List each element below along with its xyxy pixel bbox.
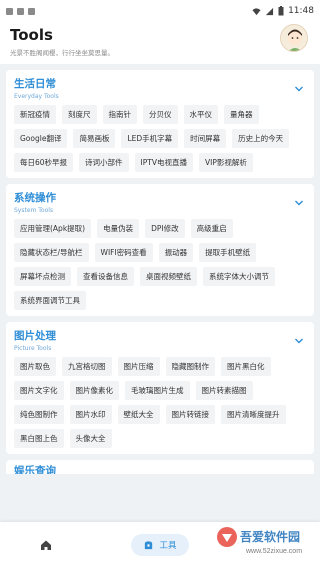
home-icon[interactable] xyxy=(40,539,52,551)
content: 生活日常 Everyday Tools 新冠疫情 刻度尺 指南针 分贝仪 水平仪… xyxy=(0,64,320,474)
tool-chip[interactable]: 水平仪 xyxy=(183,105,218,124)
tool-chip[interactable]: 毛玻璃图片生成 xyxy=(125,381,190,400)
tool-chip[interactable]: 应用管理(Apk提取) xyxy=(14,219,92,238)
tool-chip[interactable]: 新冠疫情 xyxy=(14,105,56,124)
section-picture: 图片处理 Picture Tools 图片取色 九宫格切图 图片压缩 隐藏图制作… xyxy=(6,322,314,454)
tool-chip[interactable]: 屏幕坏点检测 xyxy=(14,267,71,286)
section-everyday: 生活日常 Everyday Tools 新冠疫情 刻度尺 指南针 分贝仪 水平仪… xyxy=(6,70,314,178)
status-bar: 11:48 xyxy=(0,0,320,22)
wifi-icon xyxy=(252,7,261,15)
page-title: Tools xyxy=(10,26,53,44)
chevron-down-icon[interactable] xyxy=(294,198,304,208)
page-subtitle: 光景不胜阁闻樱，行行坐坐莫思量。 xyxy=(10,49,114,57)
chip-list: 新冠疫情 刻度尺 指南针 分贝仪 水平仪 量角器 Google翻译 简易画板 L… xyxy=(14,105,306,172)
tool-chip[interactable]: 隐藏状态栏/导航栏 xyxy=(14,243,89,262)
status-time: 11:48 xyxy=(288,6,314,16)
section-title: 生活日常 xyxy=(14,78,56,90)
tool-chip[interactable]: 简易画板 xyxy=(73,129,116,148)
tool-chip[interactable]: 九宫格切图 xyxy=(62,357,112,376)
tool-chip[interactable]: LED手机字幕 xyxy=(121,129,179,148)
tool-chip[interactable]: 图片黑白化 xyxy=(221,357,271,376)
tool-chip[interactable]: 纯色图制作 xyxy=(14,405,64,424)
tool-chip[interactable]: 量角器 xyxy=(224,105,259,124)
tool-chip[interactable]: 黑白图上色 xyxy=(14,429,64,448)
tool-chip[interactable]: 头像大全 xyxy=(69,429,112,448)
section-entertainment-partial: 娱乐查询 xyxy=(6,460,314,474)
chevron-down-icon[interactable] xyxy=(294,336,304,346)
section-title: 系统操作 xyxy=(14,192,56,204)
avatar[interactable] xyxy=(280,24,308,52)
tool-chip[interactable]: 图片压缩 xyxy=(117,357,160,376)
tool-chip[interactable]: 壁纸大全 xyxy=(117,405,160,424)
watermark: 吾爱软件园 www.52zixue.com xyxy=(216,522,316,566)
tool-chip[interactable]: WIFI密码查看 xyxy=(94,243,153,262)
tool-chip[interactable]: 诗词小部件 xyxy=(79,153,129,172)
tool-chip[interactable]: 电量伪装 xyxy=(97,219,140,238)
tool-chip[interactable]: Google翻译 xyxy=(14,129,68,148)
tool-chip[interactable]: 隐藏图制作 xyxy=(165,357,215,376)
section-title: 图片处理 xyxy=(14,330,56,342)
tools-icon xyxy=(145,540,153,549)
tool-chip[interactable]: 指南针 xyxy=(102,105,137,124)
battery-icon xyxy=(278,6,284,16)
status-right: 11:48 xyxy=(252,6,314,16)
tool-chip[interactable]: IPTV电视直播 xyxy=(134,153,193,172)
tool-chip[interactable]: 高级重启 xyxy=(190,219,233,238)
section-title: 娱乐查询 xyxy=(14,465,56,474)
tool-chip[interactable]: 系统字体大小调节 xyxy=(203,267,275,286)
chevron-down-icon[interactable] xyxy=(294,84,304,94)
section-subtitle: System Tools xyxy=(14,207,54,214)
tool-chip[interactable]: 系统界面调节工具 xyxy=(14,291,86,310)
tool-chip[interactable]: 图片转链接 xyxy=(165,405,215,424)
tool-chip[interactable]: 提取手机壁纸 xyxy=(199,243,257,262)
signal-icon xyxy=(265,7,274,15)
tools-tab[interactable]: 工具 xyxy=(131,534,189,556)
tool-chip[interactable]: VIP影视解析 xyxy=(199,153,253,172)
tool-chip[interactable]: 图片清晰度提升 xyxy=(221,405,286,424)
chip-list: 图片取色 九宫格切图 图片压缩 隐藏图制作 图片黑白化 图片文字化 图片像素化 … xyxy=(14,357,306,448)
tool-chip[interactable]: 桌面视频壁纸 xyxy=(140,267,197,286)
section-subtitle: Everyday Tools xyxy=(14,93,59,100)
tool-chip[interactable]: 图片文字化 xyxy=(14,381,64,400)
tool-chip[interactable]: DPI修改 xyxy=(145,219,185,238)
notification-icon xyxy=(6,7,13,15)
tool-chip[interactable]: 时间屏幕 xyxy=(184,129,227,148)
tool-chip[interactable]: 历史上的今天 xyxy=(232,129,290,148)
section-subtitle: Picture Tools xyxy=(14,345,52,352)
tool-chip[interactable]: 分贝仪 xyxy=(143,105,178,124)
tool-chip[interactable]: 查看设备信息 xyxy=(77,267,134,286)
section-system: 系统操作 System Tools 应用管理(Apk提取) 电量伪装 DPI修改… xyxy=(6,184,314,316)
notification-icon-3 xyxy=(28,7,35,15)
tools-tab-label: 工具 xyxy=(159,541,177,551)
tool-chip[interactable]: 每日60秒早报 xyxy=(14,153,74,172)
tool-chip[interactable]: 振动器 xyxy=(158,243,194,262)
status-left xyxy=(6,7,35,15)
tool-chip[interactable]: 图片取色 xyxy=(14,357,56,376)
header: Tools 光景不胜阁闻樱，行行坐坐莫思量。 xyxy=(0,22,320,64)
tool-chip[interactable]: 图片像素化 xyxy=(69,381,119,400)
chip-list: 应用管理(Apk提取) 电量伪装 DPI修改 高级重启 隐藏状态栏/导航栏 WI… xyxy=(14,219,306,310)
watermark-logo-icon xyxy=(217,527,237,547)
notification-icon-2 xyxy=(17,7,24,15)
tool-chip[interactable]: 刻度尺 xyxy=(62,105,97,124)
tool-chip[interactable]: 图片转素描图 xyxy=(195,381,253,400)
watermark-main: 吾爱软件园 xyxy=(240,530,301,544)
watermark-url: www.52zixue.com xyxy=(246,548,303,555)
tool-chip[interactable]: 图片水印 xyxy=(69,405,112,424)
